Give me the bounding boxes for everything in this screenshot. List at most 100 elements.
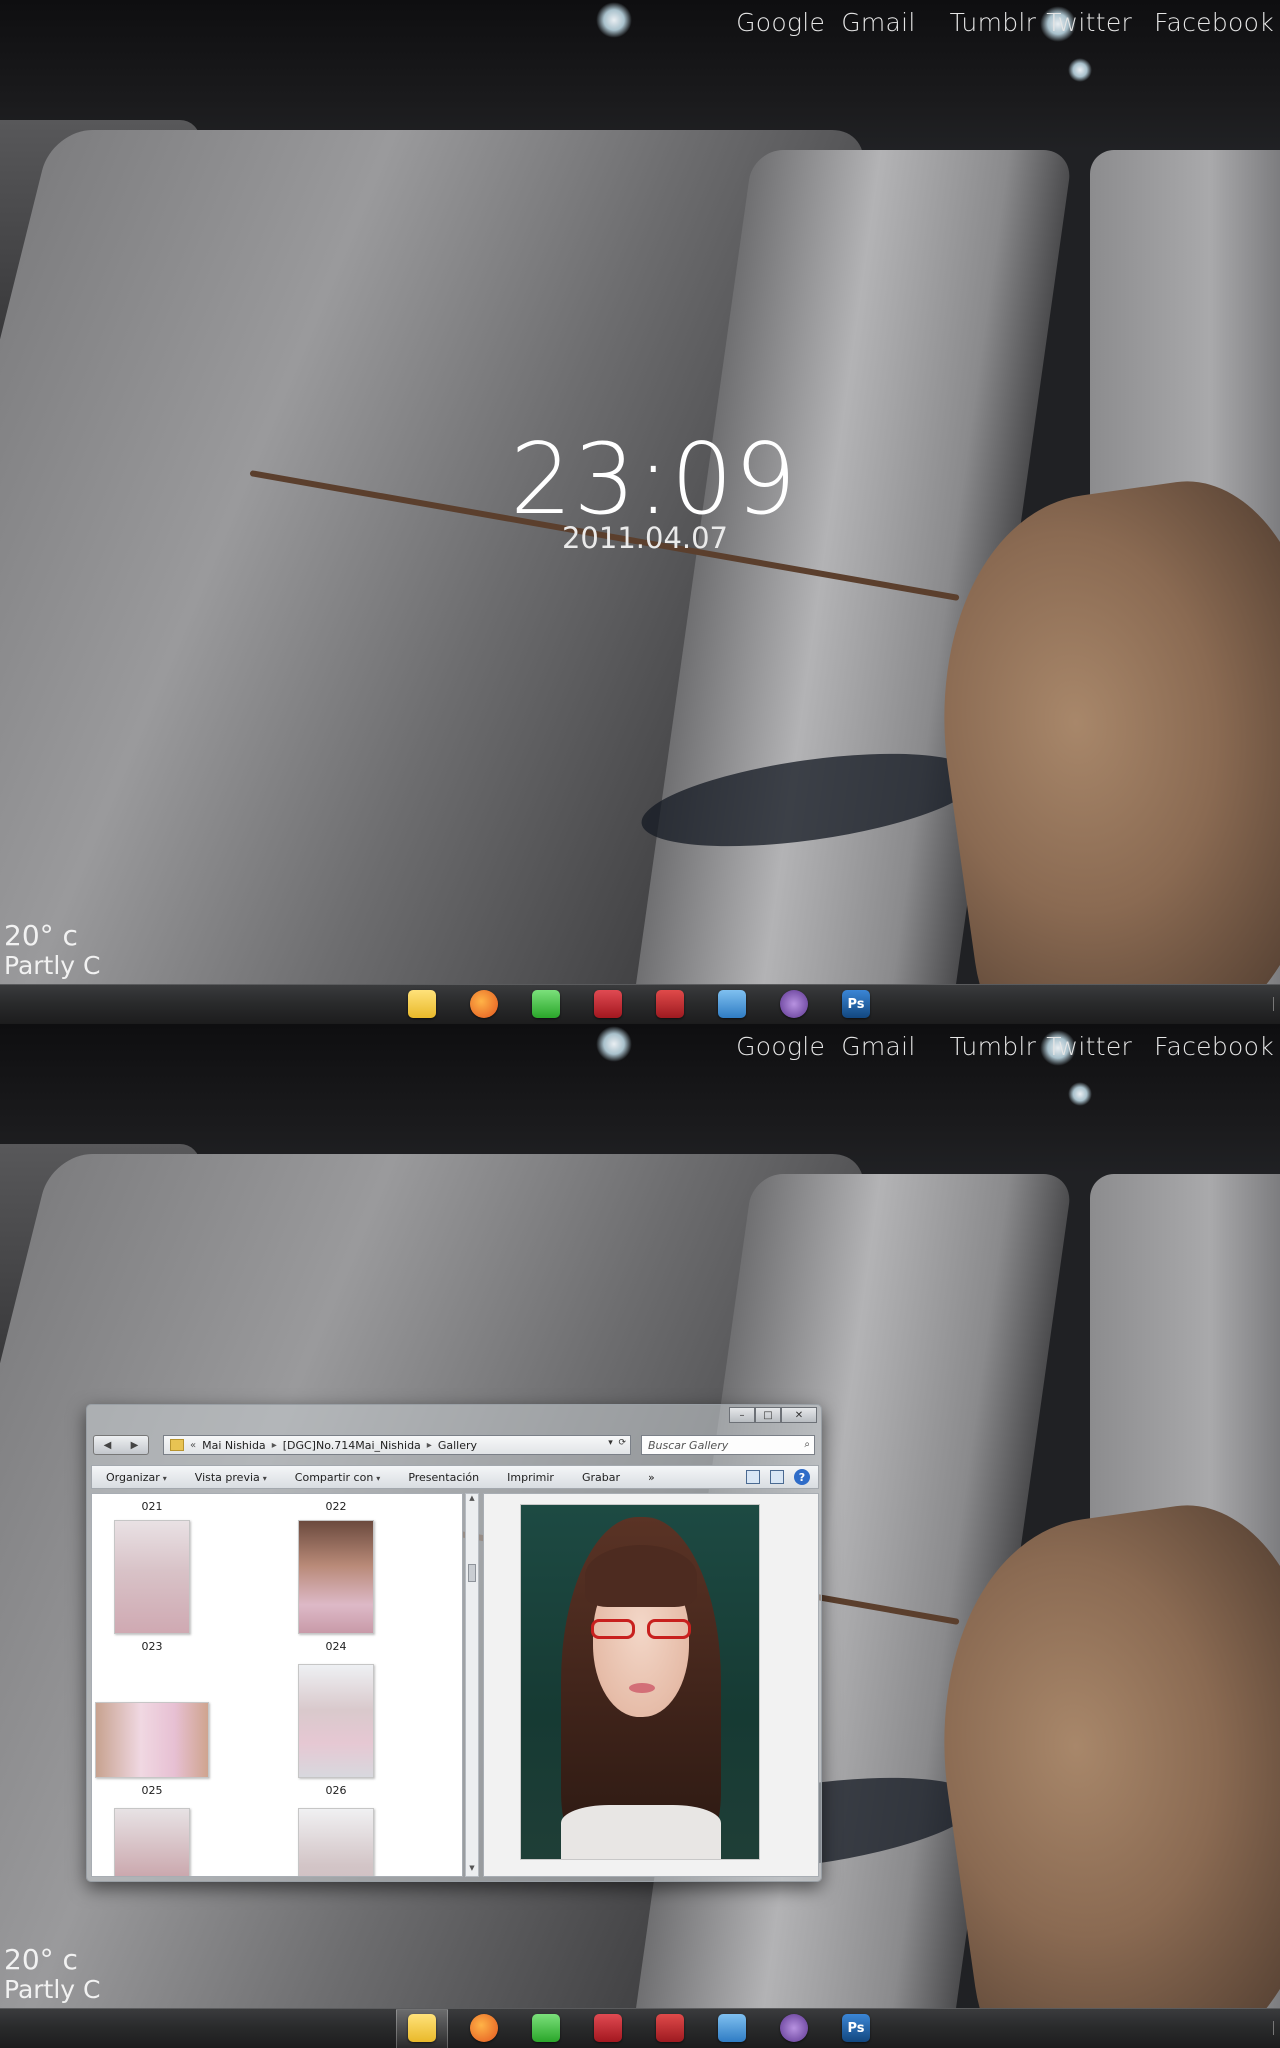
desktop-screen-1: Google Gmail Tumblr Twitter Facebook 23:… [0, 0, 1280, 1024]
tumblr-link[interactable]: Tumblr [950, 1032, 1037, 1061]
search-placeholder: Buscar Gallery [648, 1438, 729, 1452]
preview-pane-icon[interactable] [770, 1470, 784, 1484]
twitter-link[interactable]: Twitter [1046, 1032, 1132, 1061]
clock-time: 23:09 [510, 423, 798, 537]
messenger-icon[interactable] [532, 2014, 560, 2042]
command-bar: Organizar ▾ Vista previa ▾ Compartir con ▾ … [91, 1465, 819, 1489]
file-item[interactable]: 024 [276, 1520, 396, 1653]
firefox-icon[interactable] [470, 2014, 498, 2042]
file-label: 024 [325, 1640, 347, 1653]
facebook-link[interactable]: Facebook [1154, 8, 1274, 37]
file-label: 026 [325, 1784, 347, 1797]
itunes-icon[interactable] [780, 990, 808, 1018]
chevron-right-icon[interactable]: ▸ [427, 1440, 432, 1451]
maximize-button[interactable]: □ [755, 1407, 781, 1423]
google-link[interactable]: Google [736, 1032, 825, 1061]
back-button[interactable]: ◀ [94, 1436, 121, 1454]
twitter-link[interactable]: Twitter [1046, 8, 1132, 37]
weather-condition: Partly C [4, 1975, 101, 2004]
desktop-screen-2: Google Gmail Tumblr Twitter Facebook – □… [0, 1024, 1280, 2048]
file-label: 023 [141, 1640, 163, 1653]
breadcrumb-overflow[interactable]: « [190, 1440, 196, 1451]
change-view-icon[interactable] [746, 1470, 760, 1484]
search-input[interactable]: Buscar Gallery ⌕ [641, 1435, 815, 1455]
show-desktop-button[interactable] [1264, 997, 1274, 1011]
thumbnail-image [114, 1808, 190, 1876]
thumbnail-image [298, 1808, 374, 1876]
thumbnail-image [298, 1520, 374, 1634]
photoshop-icon[interactable]: Ps [842, 990, 870, 1018]
messenger-icon[interactable] [532, 990, 560, 1018]
chevron-right-icon[interactable]: ▸ [272, 1440, 277, 1451]
gmail-link[interactable]: Gmail [841, 8, 915, 37]
file-item[interactable]: 025 [92, 1664, 212, 1797]
minimize-button[interactable]: – [729, 1407, 755, 1423]
clock-widget: 23:09 2011.04.07 [510, 423, 798, 553]
folder-icon [170, 1439, 184, 1451]
thumbnail-image [95, 1702, 209, 1778]
file-list: 021 022 023 024 025 026 [91, 1493, 463, 1877]
top-links: Google Gmail Tumblr Twitter Facebook [736, 8, 1274, 37]
preview-menu[interactable]: Vista previa ▾ [181, 1471, 281, 1484]
address-bar[interactable]: « Mai Nishida ▸ [DGC]No.714Mai_Nishida ▸… [163, 1435, 631, 1455]
breadcrumb-item[interactable]: Gallery [438, 1439, 477, 1452]
file-item[interactable]: 021 [92, 1500, 212, 1513]
preview-photo [520, 1504, 760, 1860]
file-label: 025 [141, 1784, 163, 1797]
scroll-down-icon[interactable]: ▼ [466, 1864, 478, 1876]
tumblr-link[interactable]: Tumblr [950, 8, 1037, 37]
thumbnail-image [298, 1664, 374, 1778]
share-menu[interactable]: Compartir con ▾ [281, 1471, 395, 1484]
slideshow-button[interactable]: Presentación [394, 1471, 493, 1484]
acrobat-icon[interactable] [656, 990, 684, 1018]
dock: Ps [0, 2008, 1280, 2048]
firefox-icon[interactable] [470, 990, 498, 1018]
file-item[interactable] [92, 1808, 212, 1876]
explorer-window: – □ ✕ ◀ ▶ « Mai Nishida ▸ [DGC]No.714Mai… [86, 1404, 822, 1882]
chat-icon[interactable] [718, 990, 746, 1018]
breadcrumb-item[interactable]: [DGC]No.714Mai_Nishida [283, 1439, 421, 1452]
eye-icon[interactable] [594, 990, 622, 1018]
navigation-row: ◀ ▶ « Mai Nishida ▸ [DGC]No.714Mai_Nishi… [93, 1435, 815, 1457]
weather-widget: 20° c Partly C [4, 1944, 101, 2004]
search-icon[interactable]: ⌕ [804, 1439, 810, 1450]
more-commands-button[interactable]: » [634, 1471, 669, 1484]
gmail-link[interactable]: Gmail [841, 1032, 915, 1061]
burn-button[interactable]: Grabar [568, 1471, 634, 1484]
file-item[interactable]: 026 [276, 1664, 396, 1797]
thumbnail-image [114, 1520, 190, 1634]
help-icon[interactable]: ? [794, 1469, 810, 1485]
weather-temp: 20° c [4, 1943, 78, 1976]
scroll-thumb[interactable] [468, 1564, 476, 1582]
close-button[interactable]: ✕ [781, 1407, 817, 1423]
scroll-up-icon[interactable]: ▲ [466, 1494, 478, 1506]
weather-temp: 20° c [4, 919, 78, 952]
acrobat-icon[interactable] [656, 2014, 684, 2042]
view-controls: ? [746, 1469, 810, 1485]
file-label: 021 [141, 1500, 163, 1513]
show-desktop-button[interactable] [1264, 2021, 1274, 2035]
forward-button[interactable]: ▶ [121, 1436, 148, 1454]
preview-pane [483, 1493, 819, 1877]
address-dropdown-refresh[interactable]: ▾ ⟳ [608, 1438, 626, 1448]
google-link[interactable]: Google [736, 8, 825, 37]
file-label: 022 [325, 1500, 347, 1513]
facebook-link[interactable]: Facebook [1154, 1032, 1274, 1061]
photoshop-icon[interactable]: Ps [842, 2014, 870, 2042]
folder-icon[interactable] [408, 990, 436, 1018]
file-item[interactable] [276, 1808, 396, 1876]
chat-icon[interactable] [718, 2014, 746, 2042]
print-button[interactable]: Imprimir [493, 1471, 568, 1484]
file-item[interactable]: 023 [92, 1520, 212, 1653]
dock-apps: Ps [408, 990, 904, 1018]
breadcrumb-item[interactable]: Mai Nishida [202, 1439, 266, 1452]
file-list-scrollbar[interactable]: ▲ ▼ [465, 1493, 479, 1877]
window-caption-buttons: – □ ✕ [729, 1407, 817, 1423]
organize-menu[interactable]: Organizar ▾ [92, 1471, 181, 1484]
eye-icon[interactable] [594, 2014, 622, 2042]
weather-condition: Partly C [4, 951, 101, 980]
dock-apps: Ps [408, 2014, 904, 2042]
folder-icon[interactable] [408, 2014, 436, 2042]
itunes-icon[interactable] [780, 2014, 808, 2042]
file-item[interactable]: 022 [276, 1500, 396, 1513]
